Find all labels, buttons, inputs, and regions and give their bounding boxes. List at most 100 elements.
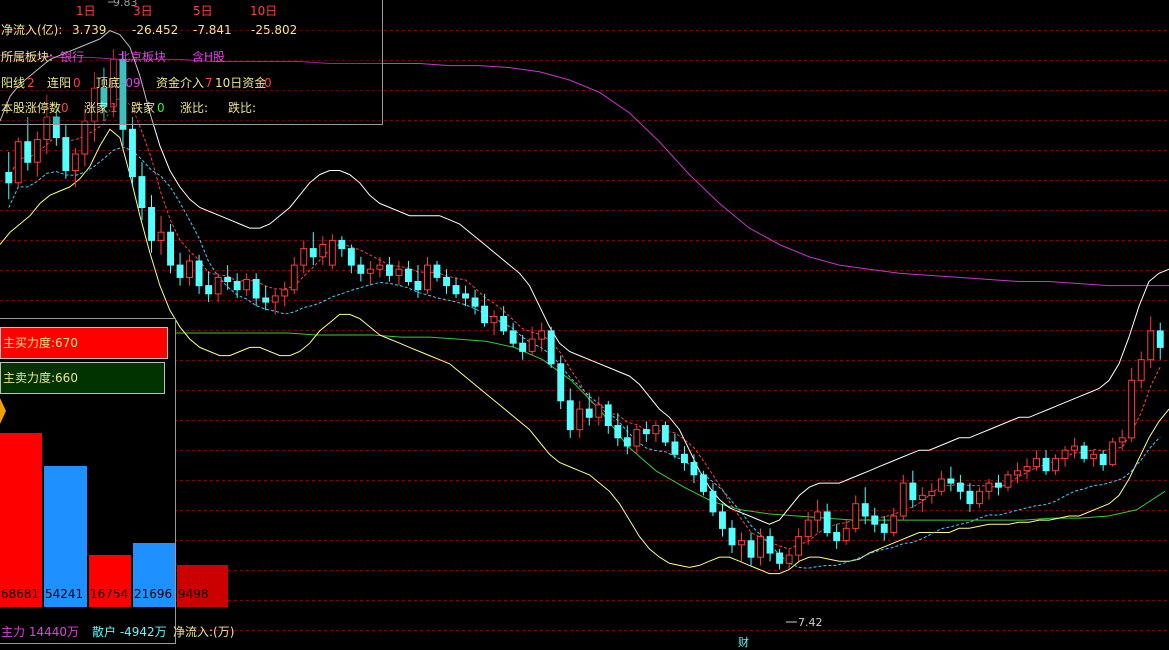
- down-candle: [871, 515, 879, 525]
- up-candle: [1004, 474, 1012, 488]
- down-count-label: 跌家: [131, 101, 156, 115]
- up-candle: [890, 515, 898, 533]
- up-candle: [1090, 453, 1098, 459]
- up-candle: [1033, 457, 1040, 468]
- sector-bank[interactable]: 银行: [60, 50, 84, 64]
- period-10d: 10日: [250, 4, 278, 18]
- down-candle: [700, 474, 707, 492]
- down-candle: [690, 462, 698, 476]
- period-1d: 1日: [76, 4, 96, 18]
- volume-value: 68681: [1, 587, 40, 601]
- sector-beijing[interactable]: 北京板块: [118, 50, 166, 64]
- up-count-label: 涨家: [84, 101, 109, 115]
- up-candle: [804, 519, 812, 538]
- up-candle: [1061, 449, 1069, 459]
- low-price-annotation: 7.42: [798, 616, 823, 629]
- up-candle: [738, 540, 745, 546]
- sector-h-share[interactable]: 含H股: [192, 50, 225, 64]
- down-candle: [176, 264, 184, 278]
- period-5d: 5日: [193, 4, 213, 18]
- down-candle: [709, 490, 717, 513]
- up-candle: [319, 244, 327, 258]
- up-candle: [1118, 437, 1126, 443]
- up-candle: [395, 268, 403, 276]
- up-candle: [928, 490, 936, 496]
- down-candle: [823, 511, 831, 533]
- dingdi-value: -09: [121, 76, 141, 90]
- volume-value: 9498: [178, 587, 209, 601]
- down-candle: [452, 285, 460, 295]
- down-candle: [233, 281, 241, 291]
- down-candle: [681, 453, 688, 463]
- down-candle: [443, 276, 451, 287]
- down-candle: [956, 482, 964, 492]
- up-candle: [366, 268, 374, 274]
- net-inflow-label: 净流入(亿):: [1, 23, 63, 37]
- volume-bar-1: 68681: [0, 433, 42, 607]
- down-candle: [747, 540, 755, 558]
- up-candle: [985, 482, 993, 492]
- fund-in-value: 7: [205, 76, 213, 90]
- down-candle: [776, 552, 783, 564]
- main-force-label: 主力 14440万: [1, 625, 79, 639]
- down-candle: [661, 425, 669, 443]
- down-candle: [138, 176, 146, 209]
- retail-label: 散户 -4942万: [92, 625, 167, 639]
- down-candle: [309, 248, 317, 258]
- up-candle: [976, 490, 983, 505]
- up-candle: [186, 260, 194, 278]
- up-candle: [652, 425, 660, 435]
- down-candle: [338, 239, 346, 250]
- down-candle: [880, 523, 888, 533]
- down-candle: [462, 293, 470, 299]
- up-candle: [424, 264, 431, 291]
- down-candle: [414, 281, 422, 291]
- down-candle: [623, 437, 631, 447]
- cai-marker: 财: [738, 636, 749, 649]
- up-candle: [81, 120, 89, 155]
- ten-day-fund-label: 10日资金: [215, 76, 267, 90]
- lianyang-label: 连阳: [47, 76, 72, 90]
- down-candle: [386, 264, 393, 276]
- down-candle: [433, 264, 441, 278]
- down-candle: [604, 404, 612, 426]
- up-candle: [157, 231, 165, 241]
- up-candle: [243, 279, 251, 291]
- ma5-dashed-line: [8, 96, 1161, 550]
- up-count-value: 1: [110, 101, 118, 115]
- up-candle: [852, 503, 860, 529]
- up-candle: [1052, 457, 1059, 472]
- down-candle: [148, 207, 156, 241]
- down-count-value: 0: [157, 101, 165, 115]
- down-candle: [1042, 457, 1050, 472]
- sell-force-bar: 主卖力度:660: [0, 362, 165, 394]
- volume-bar-3: 16754: [89, 555, 131, 607]
- up-candle: [576, 408, 584, 431]
- up-candle: [1128, 379, 1136, 439]
- down-candle: [1156, 330, 1164, 348]
- net-inflow-1d: 3.739: [72, 23, 107, 37]
- up-candle: [842, 527, 850, 542]
- down-candle: [909, 482, 917, 501]
- volume-bar-4: 21696: [133, 543, 175, 607]
- down-candle: [357, 264, 365, 274]
- period-3d: 3日: [133, 4, 153, 18]
- volume-bar-2: 54241: [44, 466, 87, 607]
- net-inflow-3d: -26.452: [132, 23, 179, 37]
- down-candle: [557, 363, 565, 402]
- down-candle: [500, 316, 508, 332]
- up-candle: [281, 289, 289, 297]
- up-candle: [899, 482, 907, 517]
- up-candle: [795, 536, 803, 556]
- down-candle: [614, 425, 622, 439]
- down-candle: [195, 260, 203, 287]
- buy-force-bar: 主买力度:670: [0, 327, 168, 359]
- up-candle: [328, 239, 336, 266]
- down-candle: [547, 330, 555, 365]
- down-candle: [347, 248, 355, 266]
- down-candle: [471, 297, 479, 307]
- down-candle: [24, 141, 32, 163]
- down-candle: [995, 482, 1002, 488]
- up-candle: [1137, 359, 1145, 381]
- up-candle: [214, 276, 222, 295]
